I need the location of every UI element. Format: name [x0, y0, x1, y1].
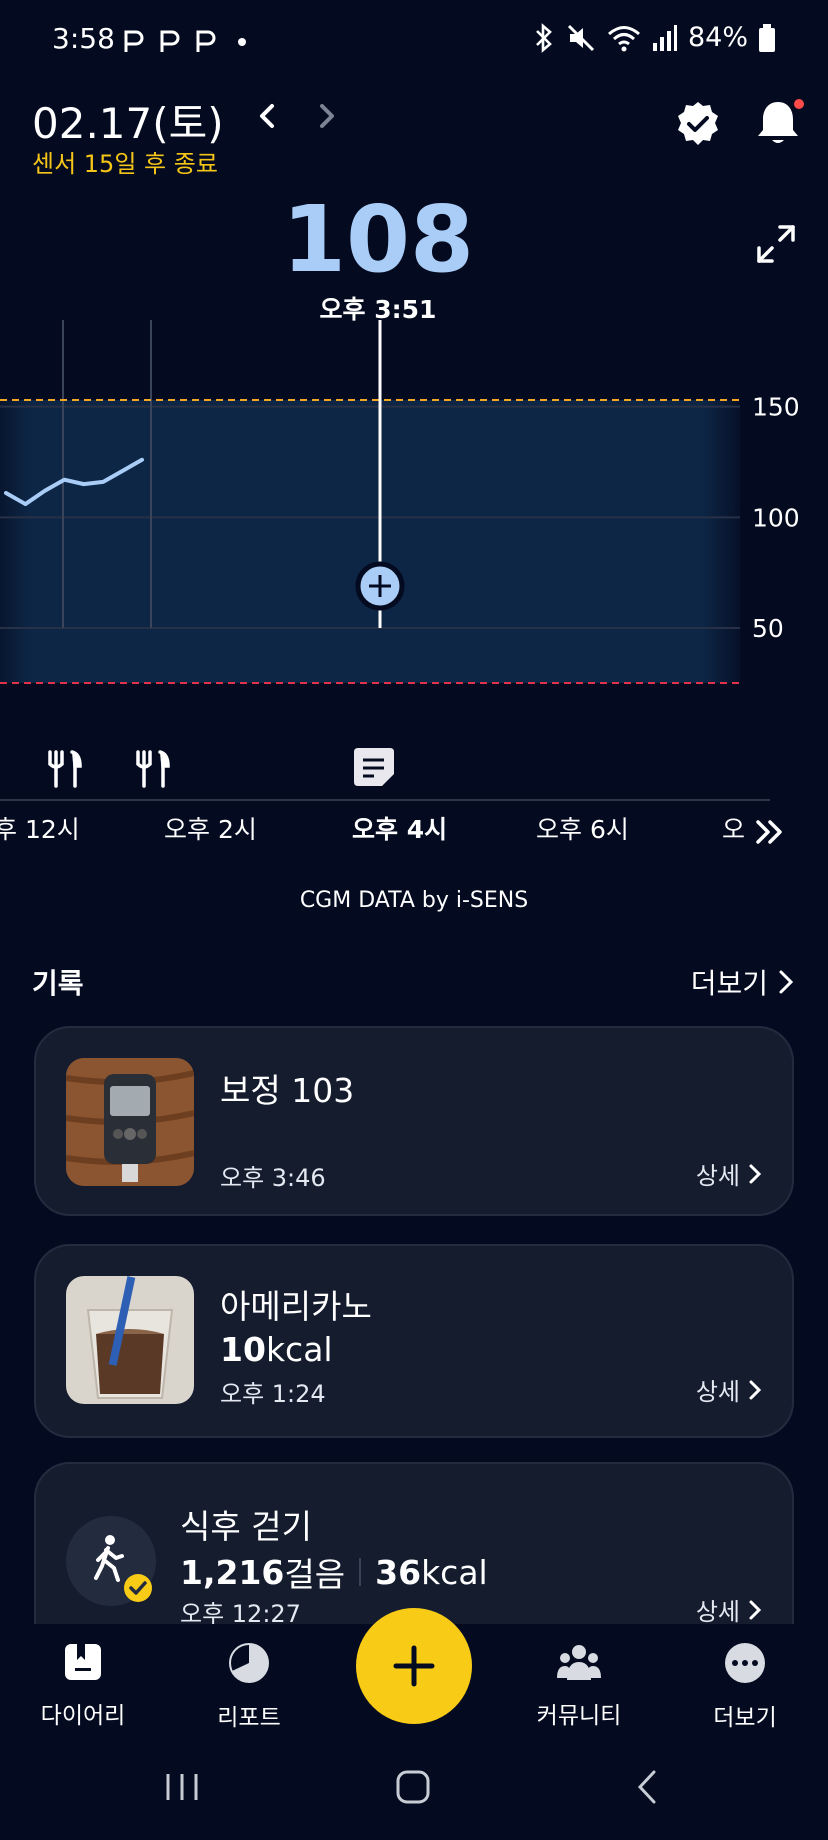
notification-bell-icon[interactable] — [752, 98, 804, 150]
chart-credit: CGM DATA by i-SENS — [299, 888, 529, 913]
target-range-band — [0, 400, 740, 683]
system-navigation-bar — [0, 1746, 828, 1840]
notification-icons — [124, 30, 246, 52]
kcal-unit: kcal — [421, 1552, 488, 1592]
meal-icon[interactable] — [136, 750, 170, 788]
records-title: 기록 — [32, 967, 84, 1000]
diary-icon — [65, 1644, 101, 1680]
chevron-right-icon — [749, 1600, 762, 1619]
status-bar: 3:58 84% — [0, 0, 828, 80]
date-title[interactable]: 02.17(토) — [32, 90, 224, 151]
plus-icon — [393, 1645, 435, 1687]
record-card-calibration[interactable]: 보정 103 오후 3:46 상세 — [34, 1026, 794, 1216]
record-activity-summary: 1,216 걸음 36 kcal — [180, 1548, 488, 1596]
report-chart-icon — [229, 1643, 269, 1683]
recent-apps-icon[interactable] — [162, 1770, 202, 1804]
x-tick-label: 후 12시 — [0, 815, 80, 844]
header: 02.17(토) 센서 15일 후 종료 — [0, 80, 828, 190]
community-icon — [557, 1645, 601, 1680]
previous-day-button[interactable] — [248, 94, 288, 138]
record-time: 오후 3:46 — [220, 1164, 326, 1192]
nav-report-label: 리포트 — [217, 1705, 281, 1731]
x-tick-label: 오후 2시 — [164, 815, 257, 844]
x-tick-label: 오후 4시 — [352, 815, 447, 844]
signal-icon — [652, 24, 677, 51]
home-icon[interactable] — [394, 1768, 434, 1806]
nav-more-label: 더보기 — [713, 1705, 777, 1731]
record-title: 보정 103 — [220, 1071, 355, 1110]
memo-icon[interactable] — [354, 748, 394, 786]
x-tick-label: 오후 6시 — [536, 815, 629, 844]
nav-community-label: 커뮤니티 — [536, 1703, 622, 1729]
next-day-button[interactable] — [306, 94, 346, 138]
record-detail-label: 상세 — [695, 1162, 740, 1190]
chevron-right-icon — [749, 1164, 762, 1183]
calories-unit: kcal — [265, 1330, 333, 1369]
y-tick-label: 100 — [752, 503, 800, 532]
record-detail-link[interactable]: 상세 — [696, 1156, 762, 1191]
kcal-value: 36 — [375, 1552, 422, 1592]
steps-unit: 걸음 — [284, 1555, 346, 1594]
record-card-meal[interactable]: 아메리카노 10kcal 오후 1:24 상세 — [34, 1244, 794, 1438]
walking-badge — [66, 1516, 156, 1606]
status-icons: 84% — [532, 22, 776, 53]
summary-divider — [359, 1558, 362, 1586]
record-detail-link[interactable]: 상세 — [696, 1592, 762, 1624]
wifi-icon — [608, 25, 640, 51]
back-icon[interactable] — [632, 1768, 662, 1806]
nav-diary[interactable]: 다이어리 — [18, 1642, 148, 1730]
records-more-label: 더보기 — [690, 967, 768, 1000]
record-time: 오후 1:24 — [220, 1380, 326, 1408]
battery-percent: 84% — [687, 22, 748, 53]
y-tick-label: 150 — [752, 393, 800, 422]
mute-icon — [567, 24, 595, 51]
record-title: 식후 걷기 — [180, 1507, 312, 1546]
chevron-right-icon — [779, 970, 794, 994]
x-tick-label: 오 — [722, 815, 745, 844]
meal-icon[interactable] — [48, 750, 82, 788]
records-more-link[interactable]: 더보기 — [691, 962, 794, 1002]
nav-diary-label: 다이어리 — [40, 1703, 126, 1729]
nav-report[interactable]: 리포트 — [184, 1642, 314, 1732]
record-calories: 10kcal — [220, 1330, 333, 1369]
record-time: 오후 12:27 — [180, 1600, 301, 1624]
record-detail-label: 상세 — [695, 1378, 740, 1406]
status-time: 3:58 — [52, 22, 115, 55]
record-title: 아메리카노 — [220, 1287, 372, 1326]
verified-badge-icon[interactable] — [674, 100, 722, 148]
nav-more[interactable]: 더보기 — [680, 1642, 810, 1732]
battery-icon — [759, 23, 775, 52]
walking-icon — [94, 1535, 152, 1602]
chevron-right-icon — [749, 1380, 762, 1399]
scroll-forward-icon[interactable] — [756, 820, 782, 844]
glucose-chart[interactable]: 20015010050 후 12시오후 2시오후 4시오후 6시오 — [0, 320, 828, 860]
bluetooth-icon — [536, 22, 552, 53]
more-dots-icon — [725, 1643, 765, 1683]
record-card-exercise[interactable]: 식후 걷기 1,216 걸음 36 kcal 오후 12:27 상세 — [34, 1462, 794, 1624]
add-record-marker-button[interactable] — [355, 561, 405, 611]
calories-value: 10 — [220, 1330, 266, 1369]
record-detail-link[interactable]: 상세 — [696, 1372, 762, 1407]
americano-photo — [66, 1276, 194, 1404]
current-glucose-value: 108 — [281, 186, 475, 293]
record-card-clip: 식후 걷기 1,216 걸음 36 kcal 오후 12:27 상세 — [0, 1460, 828, 1624]
y-tick-label: 50 — [752, 614, 784, 643]
add-record-fab[interactable] — [356, 1608, 472, 1724]
nav-community[interactable]: 커뮤니티 — [514, 1642, 644, 1730]
sensor-status: 센서 15일 후 종료 — [32, 150, 218, 178]
expand-icon[interactable] — [754, 222, 798, 266]
record-detail-label: 상세 — [695, 1598, 740, 1624]
glucose-meter-photo — [66, 1058, 194, 1186]
steps-value: 1,216 — [180, 1552, 285, 1592]
